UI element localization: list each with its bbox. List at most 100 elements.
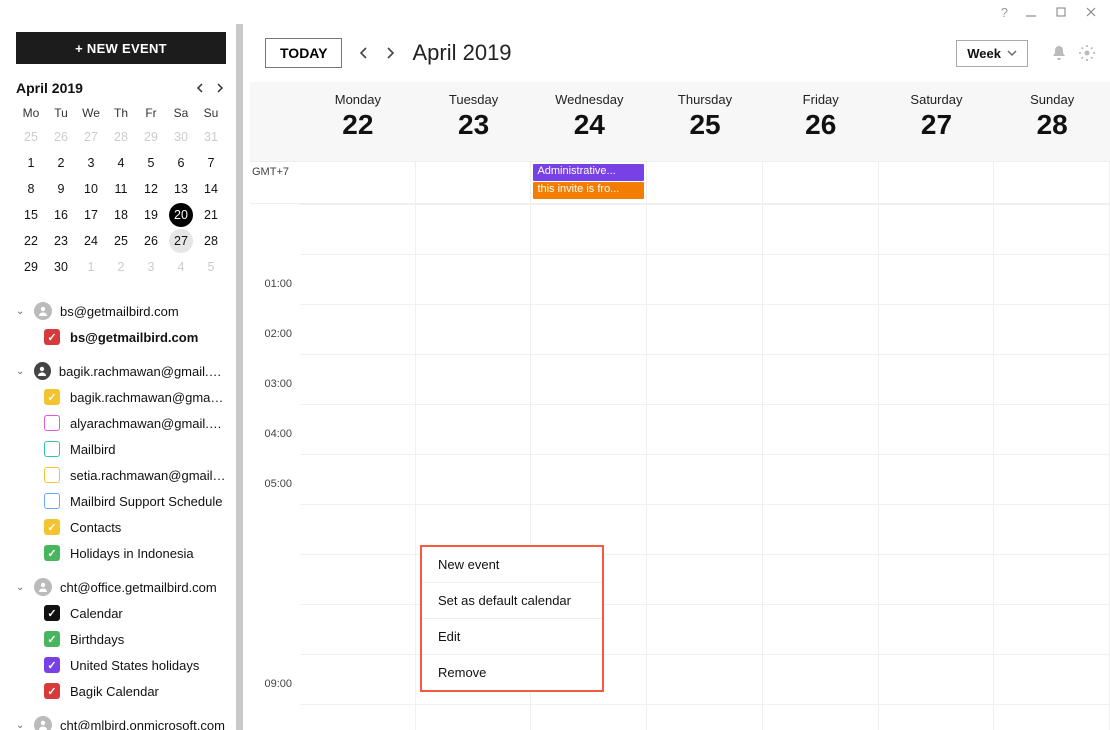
- calendar-item[interactable]: Contacts: [16, 514, 226, 540]
- next-week-icon[interactable]: [382, 45, 398, 61]
- day-header[interactable]: Wednesday24: [531, 82, 647, 161]
- allday-cell[interactable]: Administrative...this invite is fro...: [531, 162, 647, 203]
- mini-day[interactable]: 19: [136, 202, 166, 228]
- mini-day[interactable]: 3: [76, 150, 106, 176]
- mini-day[interactable]: 26: [46, 124, 76, 150]
- calendar-checkbox[interactable]: [44, 683, 60, 699]
- mini-day[interactable]: 26: [136, 228, 166, 254]
- day-header[interactable]: Monday22: [300, 82, 416, 161]
- mini-day[interactable]: 29: [16, 254, 46, 280]
- day-header[interactable]: Sunday28: [994, 82, 1110, 161]
- calendar-checkbox[interactable]: [44, 519, 60, 535]
- context-menu-item[interactable]: Edit: [422, 618, 602, 654]
- calendar-item[interactable]: Birthdays: [16, 626, 226, 652]
- account-header[interactable]: ⌄cht@office.getmailbird.com: [16, 574, 226, 600]
- mini-day[interactable]: 7: [196, 150, 226, 176]
- new-event-button[interactable]: + NEW EVENT: [16, 32, 226, 64]
- calendar-checkbox[interactable]: [44, 415, 60, 431]
- mini-day[interactable]: 31: [196, 124, 226, 150]
- mini-day[interactable]: 3: [136, 254, 166, 280]
- mini-day[interactable]: 1: [16, 150, 46, 176]
- allday-cell[interactable]: [763, 162, 879, 203]
- mini-day[interactable]: 22: [16, 228, 46, 254]
- minimize-icon[interactable]: [1024, 5, 1038, 19]
- mini-day[interactable]: 1: [76, 254, 106, 280]
- mini-day[interactable]: 28: [106, 124, 136, 150]
- mini-day[interactable]: 28: [196, 228, 226, 254]
- mini-day[interactable]: 13: [166, 176, 196, 202]
- mini-day[interactable]: 5: [136, 150, 166, 176]
- account-header[interactable]: ⌄bs@getmailbird.com: [16, 298, 226, 324]
- mini-day[interactable]: 23: [46, 228, 76, 254]
- allday-cell[interactable]: [300, 162, 416, 203]
- mini-day[interactable]: 9: [46, 176, 76, 202]
- calendar-checkbox[interactable]: [44, 467, 60, 483]
- mini-day[interactable]: 2: [46, 150, 76, 176]
- context-menu-item[interactable]: Remove: [422, 654, 602, 690]
- mini-day[interactable]: 25: [16, 124, 46, 150]
- mini-day[interactable]: 5: [196, 254, 226, 280]
- mini-prev-icon[interactable]: [194, 82, 206, 94]
- mini-day[interactable]: 4: [106, 150, 136, 176]
- mini-day[interactable]: 24: [76, 228, 106, 254]
- calendar-item[interactable]: Calendar: [16, 600, 226, 626]
- mini-day[interactable]: 2: [106, 254, 136, 280]
- allday-cell[interactable]: [879, 162, 995, 203]
- mini-day[interactable]: 10: [76, 176, 106, 202]
- mini-day[interactable]: 29: [136, 124, 166, 150]
- day-header[interactable]: Saturday27: [879, 82, 995, 161]
- help-icon[interactable]: ?: [1001, 5, 1008, 20]
- mini-day[interactable]: 20: [166, 202, 196, 228]
- mini-day[interactable]: 25: [106, 228, 136, 254]
- mini-day[interactable]: 30: [46, 254, 76, 280]
- allday-event[interactable]: this invite is fro...: [533, 182, 644, 199]
- allday-cell[interactable]: [647, 162, 763, 203]
- mini-day[interactable]: 11: [106, 176, 136, 202]
- calendar-item[interactable]: United States holidays: [16, 652, 226, 678]
- mini-day[interactable]: 6: [166, 150, 196, 176]
- day-header[interactable]: Thursday25: [647, 82, 763, 161]
- day-header[interactable]: Tuesday23: [416, 82, 532, 161]
- calendar-item[interactable]: bs@getmailbird.com: [16, 324, 226, 350]
- calendar-item[interactable]: Bagik Calendar: [16, 678, 226, 704]
- mini-day[interactable]: 18: [106, 202, 136, 228]
- mini-day[interactable]: 27: [166, 228, 196, 254]
- calendar-checkbox[interactable]: [44, 545, 60, 561]
- calendar-checkbox[interactable]: [44, 631, 60, 647]
- day-header[interactable]: Friday26: [763, 82, 879, 161]
- allday-event[interactable]: Administrative...: [533, 164, 644, 181]
- calendar-item[interactable]: bagik.rachmawan@gmail.com: [16, 384, 226, 410]
- calendar-item[interactable]: alyarachmawan@gmail.com: [16, 410, 226, 436]
- gear-icon[interactable]: [1078, 44, 1096, 62]
- calendar-item[interactable]: Mailbird Support Schedule: [16, 488, 226, 514]
- context-menu-item[interactable]: New event: [422, 547, 602, 582]
- mini-day[interactable]: 8: [16, 176, 46, 202]
- allday-cell[interactable]: [416, 162, 532, 203]
- calendar-item[interactable]: Holidays in Indonesia: [16, 540, 226, 566]
- calendar-checkbox[interactable]: [44, 493, 60, 509]
- calendar-checkbox[interactable]: [44, 605, 60, 621]
- mini-day[interactable]: 27: [76, 124, 106, 150]
- account-header[interactable]: ⌄cht@mlbird.onmicrosoft.com: [16, 712, 226, 730]
- mini-next-icon[interactable]: [214, 82, 226, 94]
- mini-day[interactable]: 30: [166, 124, 196, 150]
- bell-icon[interactable]: [1050, 44, 1068, 62]
- mini-day[interactable]: 16: [46, 202, 76, 228]
- close-icon[interactable]: [1084, 5, 1098, 19]
- mini-day[interactable]: 15: [16, 202, 46, 228]
- context-menu-item[interactable]: Set as default calendar: [422, 582, 602, 618]
- mini-day[interactable]: 4: [166, 254, 196, 280]
- calendar-checkbox[interactable]: [44, 657, 60, 673]
- mini-day[interactable]: 21: [196, 202, 226, 228]
- sidebar-scrollbar[interactable]: [236, 24, 243, 730]
- calendar-item[interactable]: setia.rachmawan@gmail.com: [16, 462, 226, 488]
- restore-icon[interactable]: [1054, 5, 1068, 19]
- calendar-checkbox[interactable]: [44, 389, 60, 405]
- allday-cell[interactable]: [994, 162, 1110, 203]
- calendar-item[interactable]: Mailbird: [16, 436, 226, 462]
- mini-day[interactable]: 12: [136, 176, 166, 202]
- mini-day[interactable]: 17: [76, 202, 106, 228]
- today-button[interactable]: TODAY: [265, 38, 342, 68]
- calendar-checkbox[interactable]: [44, 329, 60, 345]
- prev-week-icon[interactable]: [356, 45, 372, 61]
